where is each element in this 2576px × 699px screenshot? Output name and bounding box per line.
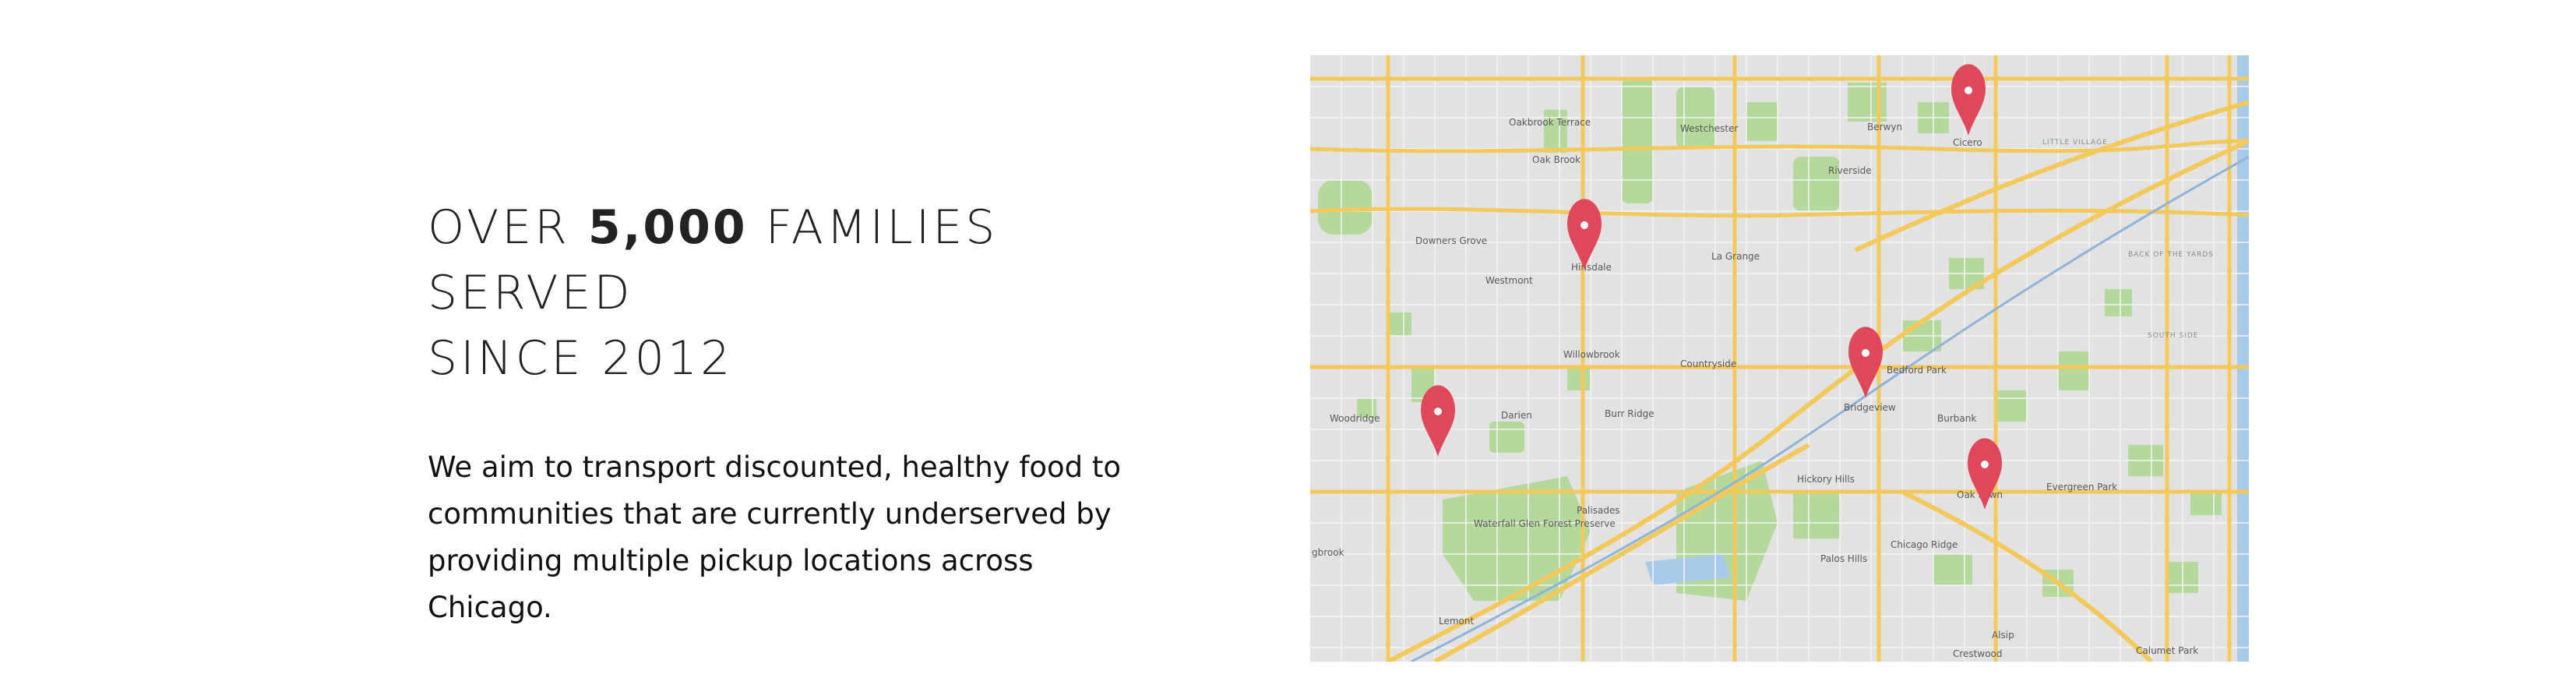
map-label: gbrook <box>1312 547 1344 558</box>
map-label: Waterfall Glen Forest Preserve <box>1474 518 1616 529</box>
map-label: Willowbrook <box>1563 349 1620 360</box>
map-label: Palisades <box>1577 505 1620 516</box>
map-label: Westmont <box>1485 275 1533 286</box>
map-label: Berwyn <box>1867 122 1902 132</box>
map-label: Downers Grove <box>1415 235 1487 246</box>
map-label: Crestwood <box>1953 648 2003 659</box>
headline-prefix: OVER <box>428 200 588 255</box>
map-label: Westchester <box>1680 123 1738 134</box>
map-label: Darien <box>1501 410 1532 421</box>
map-label: Hickory Hills <box>1797 474 1855 485</box>
map-label: Oakbrook Terrace <box>1509 117 1591 128</box>
map-label: Oak Brook <box>1532 154 1580 165</box>
headline: OVER 5,000 FAMILIES SERVED SINCE 2012 <box>428 195 1207 391</box>
map-label: Bedford Park <box>1887 365 1947 376</box>
map-label: Evergreen Park <box>2046 482 2117 492</box>
description: We aim to transport discounted, healthy … <box>428 444 1144 631</box>
map-label: Cicero <box>1953 137 1982 148</box>
map-label: LITTLE VILLAGE <box>2042 139 2108 147</box>
description-line1: We aim to transport discounted, healthy … <box>428 450 1122 484</box>
description-line2: communities that are currently underserv… <box>428 497 1112 531</box>
map-label: Calumet Park <box>2136 645 2198 656</box>
intro-section: OVER 5,000 FAMILIES SERVED SINCE 2012 We… <box>428 195 1207 631</box>
map-label: Alsip <box>1992 630 2014 641</box>
map-label: Bridgeview <box>1844 402 1896 413</box>
map-label: Woodridge <box>1330 413 1380 424</box>
headline-number: 5,000 <box>587 200 748 255</box>
map-label: Hinsdale <box>1571 262 1612 273</box>
map-label: SOUTH SIDE <box>2148 332 2199 340</box>
map-label: Countryside <box>1680 358 1736 369</box>
pickup-locations-map[interactable]: Oakbrook Terrace Oak Brook Westchester B… <box>1310 55 2249 662</box>
map-label: Riverside <box>1828 165 1872 176</box>
map-label: Lemont <box>1439 616 1474 627</box>
map-label: Burr Ridge <box>1605 408 1654 419</box>
description-line3: providing multiple pickup locations acro… <box>428 544 1034 624</box>
headline-line2: SINCE 2012 <box>428 331 734 386</box>
map-label: Chicago Ridge <box>1891 539 1958 550</box>
map-canvas[interactable]: Oakbrook Terrace Oak Brook Westchester B… <box>1310 55 2249 662</box>
map-label: BACK OF THE YARDS <box>2128 251 2214 259</box>
map-label: Palos Hills <box>1820 553 1867 564</box>
map-label: La Grange <box>1711 251 1760 262</box>
map-label: Burbank <box>1937 413 1976 424</box>
